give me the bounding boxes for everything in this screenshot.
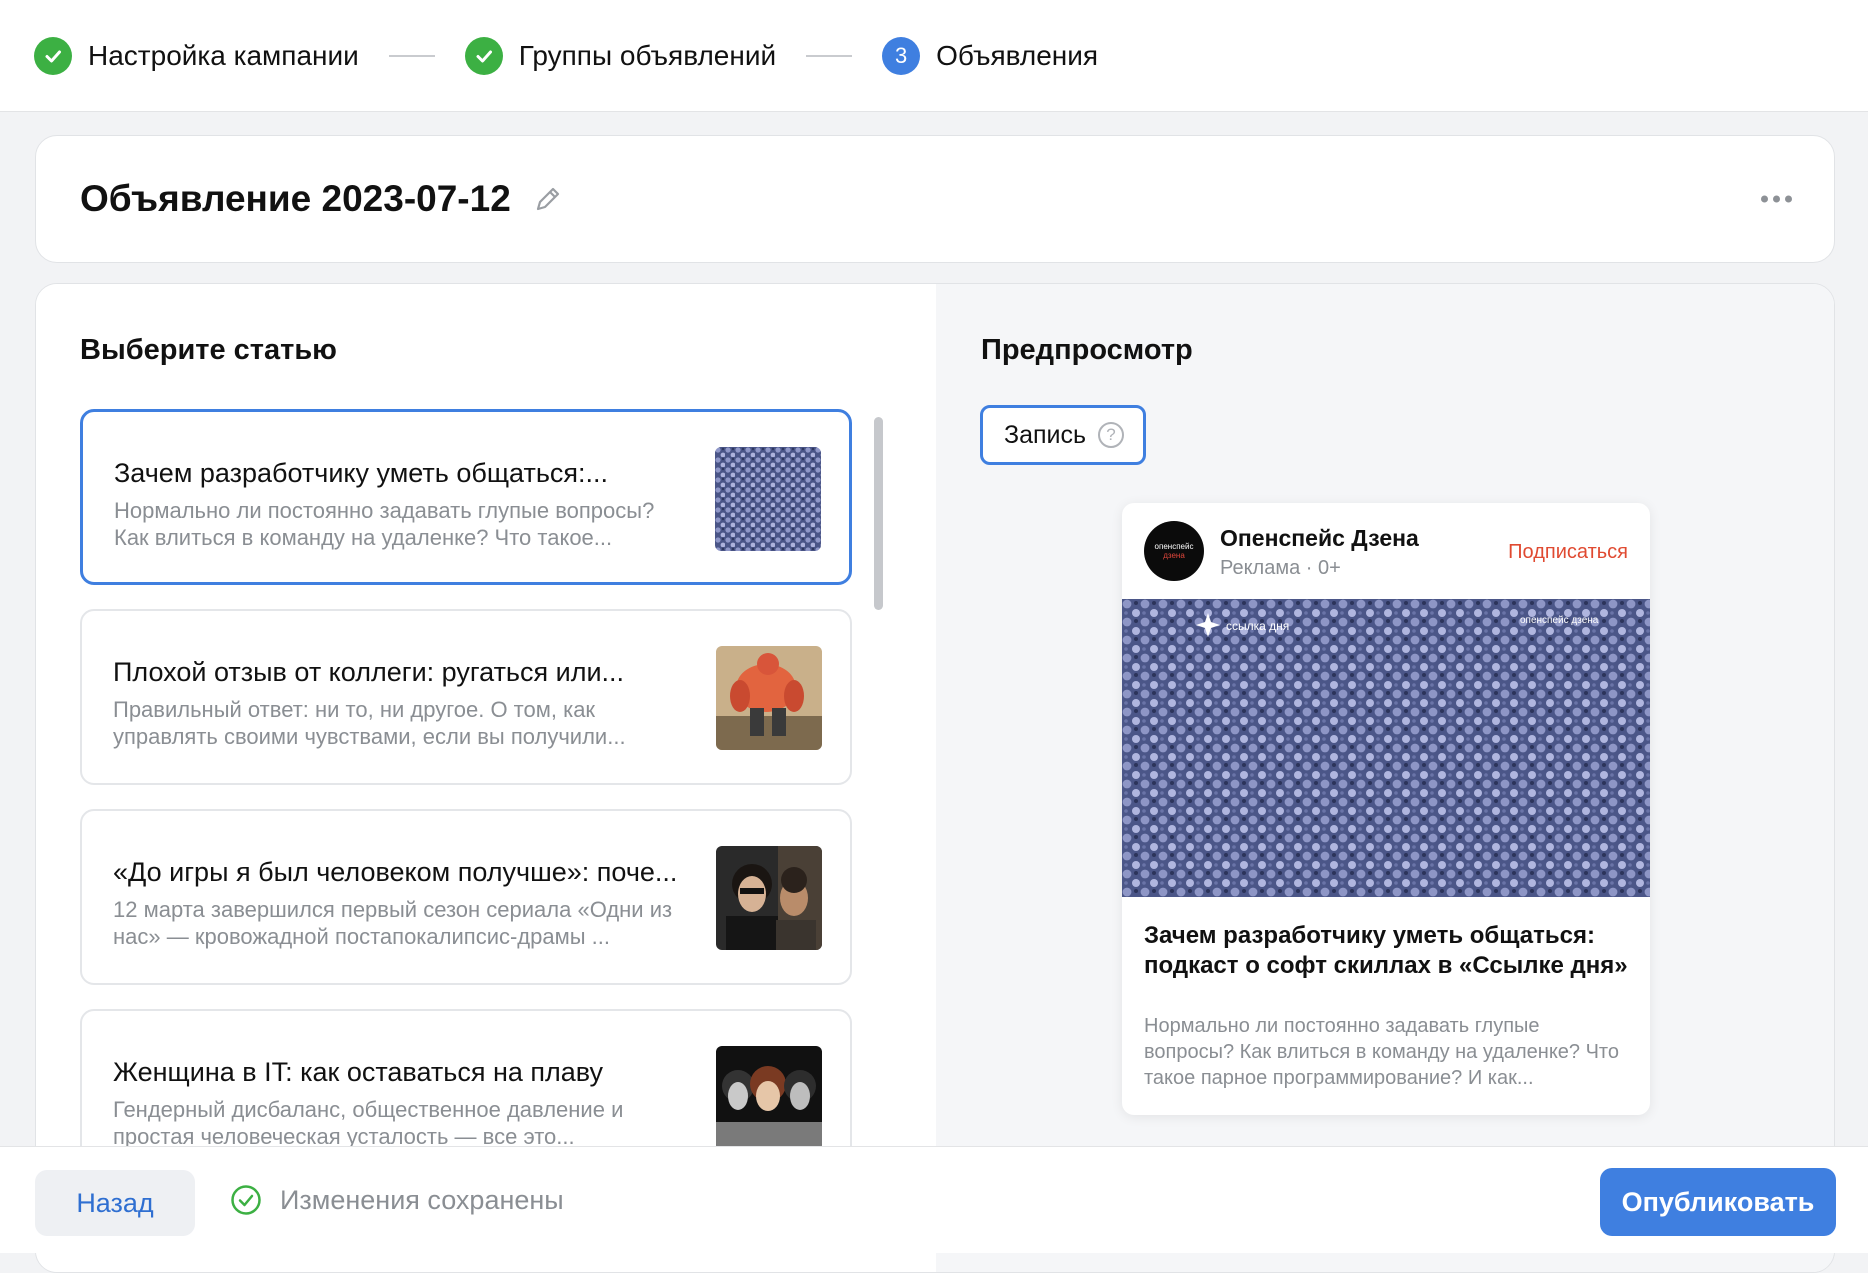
subscribe-link[interactable]: Подписаться <box>1508 541 1628 564</box>
step-label: Объявления <box>936 39 1099 71</box>
preview-format-label: Запись <box>1004 420 1087 449</box>
step-ad-groups[interactable]: Группы объявлений <box>464 36 777 75</box>
step-divider <box>388 54 435 57</box>
back-button[interactable]: Назад <box>35 1170 195 1236</box>
saved-status-text: Изменения сохранены <box>280 1184 564 1215</box>
image-watermark-left: ссылка дня <box>1226 619 1289 633</box>
check-icon <box>464 36 503 75</box>
ad-title-card: Объявление 2023-07-12 <box>35 135 1835 263</box>
section-title: Выберите статью <box>80 334 337 366</box>
check-circle-icon <box>231 1185 261 1215</box>
article-card[interactable]: Плохой отзыв от коллеги: ругаться или...… <box>80 609 852 785</box>
scrollbar[interactable] <box>874 417 883 610</box>
step-campaign-settings[interactable]: Настройка кампании <box>34 36 359 75</box>
preview-description: Нормально ли постоянно задавать глупые в… <box>1144 1015 1619 1089</box>
article-title: Плохой отзыв от коллеги: ругаться или... <box>113 657 625 687</box>
publish-button[interactable]: Опубликовать <box>1600 1168 1836 1236</box>
pencil-icon[interactable] <box>531 182 565 216</box>
preview-title: Зачем разработчику уметь общаться: подка… <box>1144 922 1628 979</box>
article-description: Нормально ли постоянно задавать глупые в… <box>114 498 655 550</box>
step-ads[interactable]: 3 Объявления <box>882 36 1099 75</box>
ad-meta: Реклама · 0+ <box>1220 557 1341 579</box>
article-thumbnail <box>716 1046 822 1150</box>
article-thumbnail <box>715 447 821 551</box>
article-text: Плохой отзыв от коллеги: ругаться или...… <box>113 657 693 750</box>
avatar-text: опенспейс <box>1154 542 1194 551</box>
check-icon <box>34 36 72 75</box>
article-title: «До игры я был человеком получше»: поче.… <box>113 857 678 887</box>
article-card[interactable]: Зачем разработчику уметь общаться:... Но… <box>80 409 852 585</box>
article-description: Правильный ответ: ни то, ни другое. О то… <box>113 697 626 749</box>
article-thumbnail <box>716 646 822 750</box>
article-list: Зачем разработчику уметь общаться:... Но… <box>80 409 852 1209</box>
ad-title: Объявление 2023-07-12 <box>80 178 511 219</box>
step-number-badge: 3 <box>882 36 921 75</box>
help-icon[interactable]: ? <box>1098 422 1125 448</box>
article-text: «До игры я был человеком получше»: поче.… <box>113 857 693 950</box>
bottom-bar: Назад Изменения сохранены Опубликовать <box>0 1146 1868 1253</box>
article-title: Зачем разработчику уметь общаться:... <box>114 458 609 488</box>
article-title: Женщина в IT: как оставаться на плаву <box>113 1057 604 1087</box>
more-icon[interactable] <box>1761 195 1792 203</box>
stepper: Настройка кампании Группы объявлений 3 О… <box>0 0 1868 112</box>
preview-format-button[interactable]: Запись ? <box>980 405 1146 465</box>
article-thumbnail <box>716 846 822 950</box>
preview-image: ссылка дня опенспейс дзена <box>1122 599 1650 897</box>
section-title: Предпросмотр <box>981 334 1193 366</box>
article-description: Гендерный дисбаланс, общественное давлен… <box>113 1097 624 1149</box>
preview-card: опенспейс дзена Опенспейс Дзена Реклама … <box>1122 503 1650 1115</box>
step-divider <box>806 54 853 57</box>
avatar-text: дзена <box>1163 551 1185 560</box>
article-select-column: Выберите статью Зачем разработчику уметь… <box>36 284 936 1272</box>
article-card[interactable]: «До игры я был человеком получше»: поче.… <box>80 809 852 985</box>
article-text: Женщина в IT: как оставаться на плаву Ге… <box>113 1057 693 1150</box>
saved-status: Изменения сохранены <box>230 1184 564 1216</box>
article-description: 12 марта завершился первый сезон сериала… <box>113 897 673 949</box>
step-label: Группы объявлений <box>518 39 777 71</box>
article-text: Зачем разработчику уметь общаться:... Но… <box>114 458 694 551</box>
step-label: Настройка кампании <box>88 39 359 71</box>
preview-card-header: опенспейс дзена Опенспейс Дзена Реклама … <box>1122 503 1650 599</box>
avatar: опенспейс дзена <box>1144 521 1204 581</box>
image-watermark-right: опенспейс дзена <box>1520 615 1599 626</box>
channel-name: Опенспейс Дзена <box>1220 525 1419 551</box>
main-panel: Выберите статью Зачем разработчику уметь… <box>35 283 1835 1273</box>
